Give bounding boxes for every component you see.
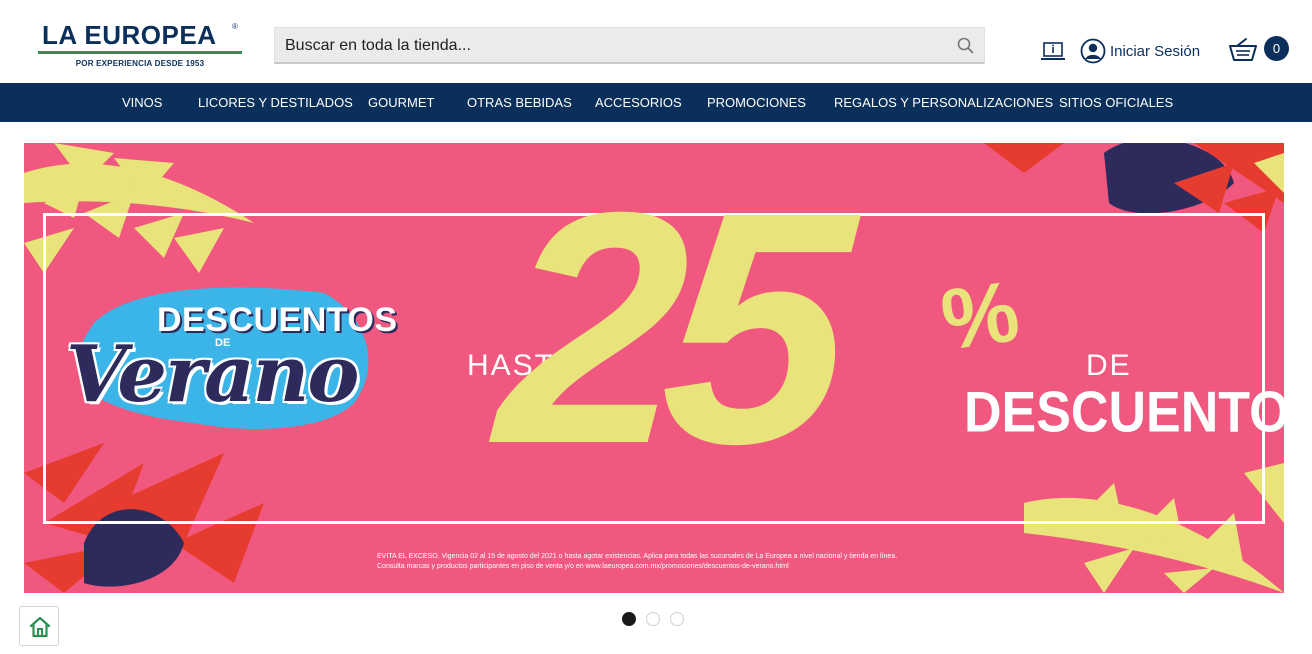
banner-descuento: DESCUENTO bbox=[964, 381, 1284, 445]
nav-item-licores[interactable]: LICORES Y DESTILADOS bbox=[198, 95, 353, 110]
nav-item-vinos[interactable]: VINOS bbox=[122, 95, 162, 110]
banner-percent-sign: % bbox=[935, 263, 1025, 369]
banner-legal-line-2: Consulta marcas y productos participante… bbox=[377, 563, 789, 570]
banner-title-verano: Verano bbox=[66, 329, 359, 420]
cart-count-badge: 0 bbox=[1264, 36, 1289, 61]
nav-item-accesorios[interactable]: ACCESORIOS bbox=[595, 95, 682, 110]
search-bar bbox=[274, 27, 985, 64]
main-nav: VINOS LICORES Y DESTILADOS GOURMET OTRAS… bbox=[0, 83, 1312, 122]
login-link[interactable]: Iniciar Sesión bbox=[1080, 37, 1200, 65]
search-icon[interactable] bbox=[956, 36, 976, 56]
carousel-dot-2[interactable] bbox=[646, 612, 660, 626]
logo-name: LA EUROPEA bbox=[42, 20, 217, 50]
nav-item-regalos[interactable]: REGALOS Y PERSONALIZACIONES bbox=[834, 95, 1053, 110]
nav-item-sitios-oficiales[interactable]: SITIOS OFICIALES bbox=[1059, 95, 1173, 110]
nav-item-gourmet[interactable]: GOURMET bbox=[368, 95, 434, 110]
laptop-icon[interactable] bbox=[1040, 40, 1066, 62]
banner-legal-line-1: EVITA EL EXCESO. Vigencia 02 al 15 de ag… bbox=[377, 553, 898, 560]
logo-registered-mark: ® bbox=[232, 22, 238, 31]
home-button[interactable] bbox=[19, 606, 59, 646]
carousel-dots bbox=[622, 612, 692, 626]
nav-item-promociones[interactable]: PROMOCIONES bbox=[707, 95, 806, 110]
logo[interactable]: LA EUROPEA ® POR EXPERIENCIA DESDE 1953 bbox=[38, 20, 242, 72]
basket-icon bbox=[1228, 37, 1260, 63]
logo-underline bbox=[38, 51, 242, 54]
banner-de: DE bbox=[1086, 349, 1132, 382]
user-icon bbox=[1080, 38, 1106, 64]
promo-banner[interactable]: DESCUENTOS DE Verano HASTA 25 % DE DESCU… bbox=[24, 143, 1284, 593]
page: LA EUROPEA ® POR EXPERIENCIA DESDE 1953 bbox=[0, 0, 1312, 654]
nav-item-otras-bebidas[interactable]: OTRAS BEBIDAS bbox=[467, 95, 572, 110]
search-input[interactable] bbox=[275, 28, 945, 63]
login-label: Iniciar Sesión bbox=[1110, 42, 1201, 60]
cart-button[interactable]: 0 bbox=[1228, 35, 1290, 65]
carousel-dot-1[interactable] bbox=[622, 612, 636, 626]
home-icon bbox=[29, 616, 51, 638]
site-header: LA EUROPEA ® POR EXPERIENCIA DESDE 1953 bbox=[0, 0, 1312, 83]
carousel-dot-3[interactable] bbox=[670, 612, 684, 626]
nav-list: VINOS LICORES Y DESTILADOS GOURMET OTRAS… bbox=[0, 83, 1312, 122]
logo-tagline: POR EXPERIENCIA DESDE 1953 bbox=[75, 59, 205, 68]
banner-discount-number: 25 bbox=[489, 143, 842, 512]
